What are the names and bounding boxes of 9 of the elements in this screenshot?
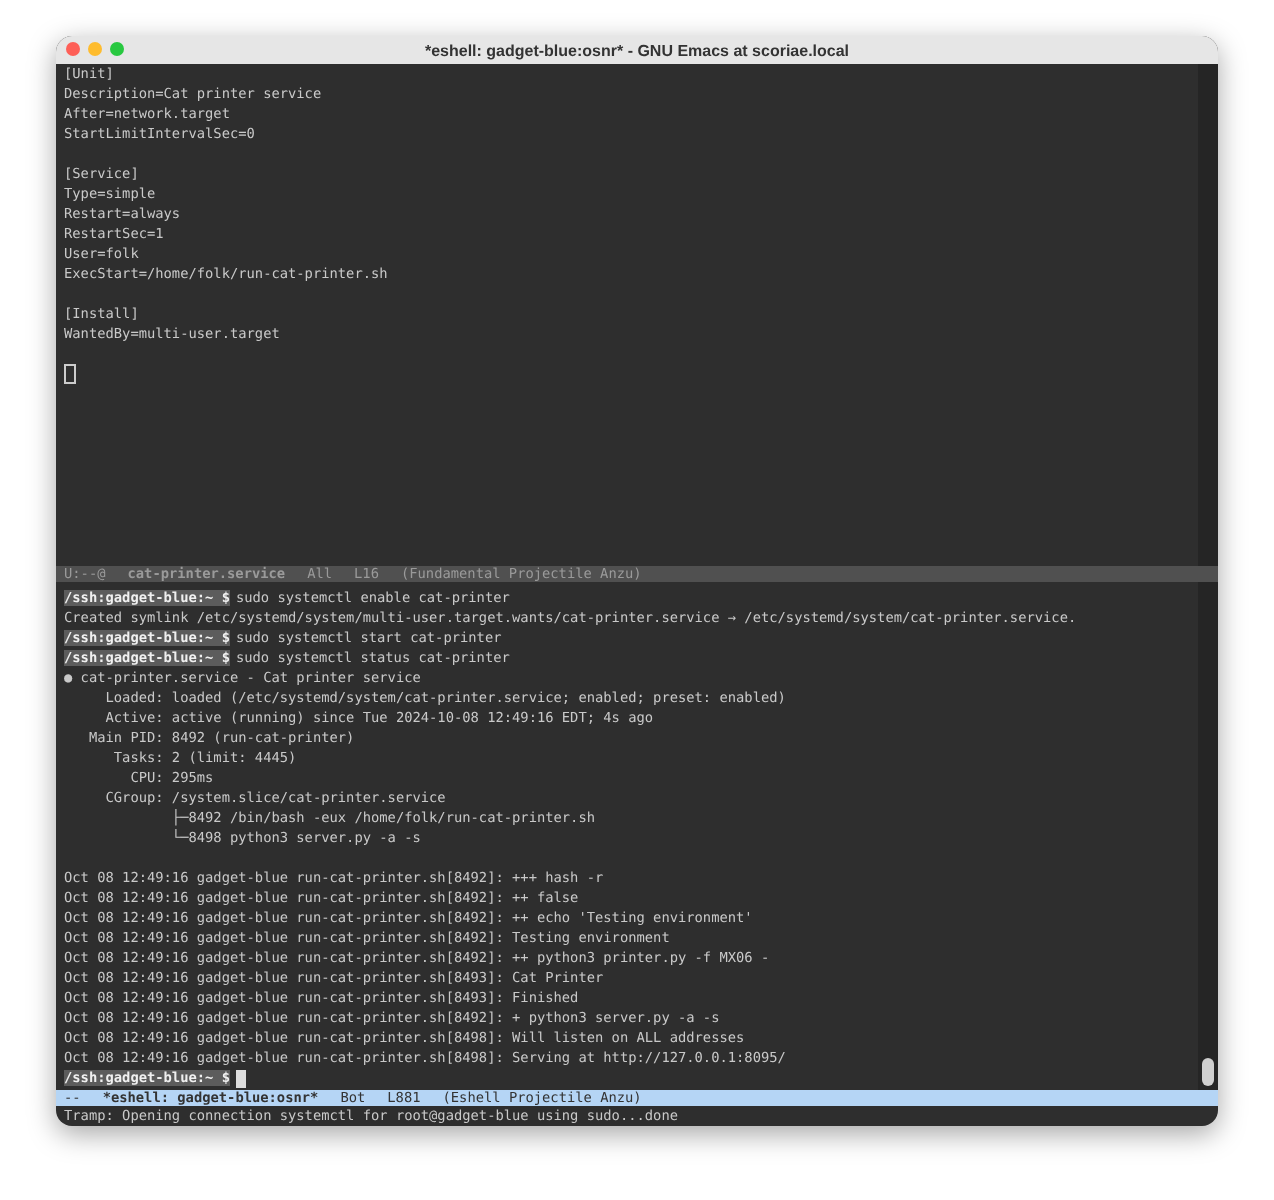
text-cursor bbox=[235, 1069, 246, 1088]
zoom-button[interactable] bbox=[110, 42, 124, 56]
scroll-thumb[interactable] bbox=[1202, 1058, 1214, 1086]
minimize-button[interactable] bbox=[88, 42, 102, 56]
window-title: *eshell: gadget-blue:osnr* - GNU Emacs at scoriae.local bbox=[424, 41, 850, 59]
scroll-bar[interactable] bbox=[1198, 582, 1218, 1090]
close-button[interactable] bbox=[66, 42, 80, 56]
scroll-bar[interactable] bbox=[1198, 64, 1218, 566]
text-cursor bbox=[64, 364, 76, 385]
